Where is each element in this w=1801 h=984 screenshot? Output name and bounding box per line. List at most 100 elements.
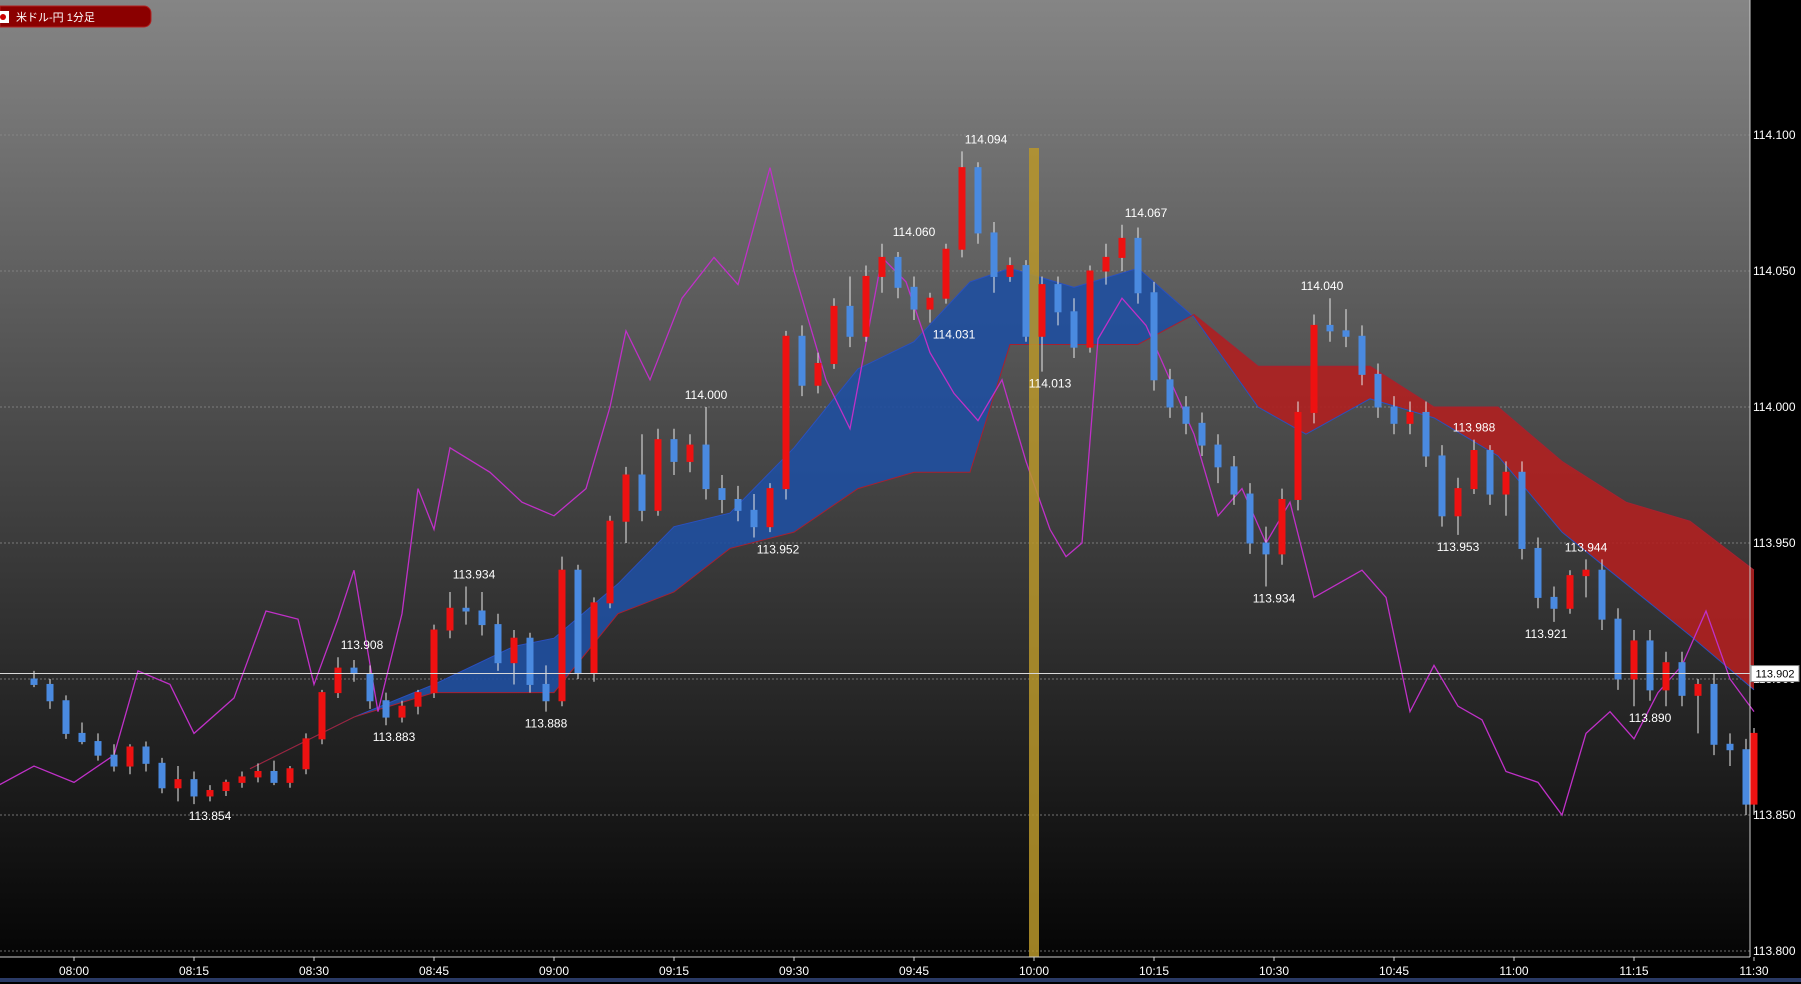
candle[interactable] [1086, 265, 1094, 353]
candle[interactable] [1534, 537, 1542, 609]
candle-body-up [1294, 411, 1302, 500]
candle-body-down [1134, 237, 1142, 294]
y-tick-label: 113.850 [1753, 808, 1796, 822]
candle-body-up [1102, 256, 1110, 272]
candle[interactable] [1710, 673, 1718, 756]
candle[interactable] [302, 733, 310, 775]
candle-body-up [302, 738, 310, 770]
candle-body-down [1550, 596, 1558, 609]
candle-body-down [158, 762, 166, 789]
candle[interactable] [862, 265, 870, 342]
candlestick-chart[interactable]: 113.854 113.908 113.883 113.934 113.888 114.0… [0, 0, 1801, 984]
price-annotation: 113.988 [1453, 421, 1496, 435]
candle[interactable] [766, 483, 774, 533]
candle[interactable] [782, 330, 790, 500]
candle[interactable] [1310, 314, 1318, 424]
candle-body-down [750, 509, 758, 528]
candle[interactable] [430, 624, 438, 699]
candle[interactable] [798, 325, 806, 397]
flag-sun-icon [0, 14, 6, 20]
candle-body-down [62, 700, 70, 734]
price-annotation: 113.953 [1437, 540, 1480, 554]
candle-body-down [1486, 450, 1494, 495]
candle[interactable] [654, 428, 662, 516]
candle-body-down [270, 770, 278, 783]
candle-body-down [142, 746, 150, 764]
price-annotation: 113.952 [757, 543, 800, 557]
candle-body-down [734, 498, 742, 511]
candle[interactable] [1566, 570, 1574, 614]
candle-body-down [542, 683, 550, 702]
candle-body-up [590, 602, 598, 675]
x-tick-label: 08:15 [179, 964, 209, 978]
candle-body-up [686, 444, 694, 462]
candle[interactable] [606, 515, 614, 609]
chart-title: 米ドル-円 1分足 [16, 11, 95, 24]
candle[interactable] [1150, 281, 1158, 391]
candle[interactable] [1294, 401, 1302, 511]
candle[interactable] [574, 564, 582, 679]
candle[interactable] [958, 151, 966, 258]
candle[interactable] [1134, 227, 1142, 304]
candle-body-down [718, 488, 726, 500]
candle[interactable] [158, 757, 166, 794]
candle[interactable] [1518, 461, 1526, 560]
candle[interactable] [1438, 445, 1446, 527]
candle-body-down [1246, 493, 1254, 544]
candle-body-up [830, 305, 838, 364]
candle-body-up [238, 776, 246, 783]
candle-body-down [1726, 743, 1734, 751]
candle[interactable] [1750, 727, 1758, 815]
candle-body-up [414, 692, 422, 707]
candle[interactable] [1278, 488, 1286, 565]
candle-body-down [1742, 749, 1750, 805]
candle[interactable] [318, 689, 326, 745]
candle-body-down [1166, 379, 1174, 408]
candle-body-down [1022, 265, 1030, 337]
candle-body-down [526, 637, 534, 685]
candle-body-down [1150, 292, 1158, 381]
candle-body-down [382, 700, 390, 718]
candle-body-up [958, 167, 966, 250]
candle[interactable] [526, 632, 534, 693]
candle-body-down [638, 474, 646, 511]
candle-body-down [1358, 335, 1366, 375]
candle-body-down [670, 439, 678, 462]
candle[interactable] [590, 597, 598, 682]
candle[interactable] [62, 695, 70, 739]
candle-body-up [126, 746, 134, 767]
candle-body-down [702, 444, 710, 490]
candle-body-up [398, 705, 406, 718]
candle[interactable] [1598, 559, 1606, 631]
candle-body-up [1582, 569, 1590, 577]
candle[interactable] [1646, 630, 1654, 701]
candle[interactable] [1246, 483, 1254, 554]
price-annotation: 114.060 [893, 225, 936, 239]
candle-body-down [1326, 324, 1334, 332]
candle[interactable] [1022, 260, 1030, 342]
candle-body-up [334, 667, 342, 694]
candle[interactable] [942, 243, 950, 304]
candle-body-down [366, 673, 374, 702]
price-annotation: 113.883 [373, 730, 416, 744]
candle-body-up [862, 275, 870, 337]
price-annotation: 113.888 [525, 717, 568, 731]
candle-body-up [446, 607, 454, 631]
candle[interactable] [974, 162, 982, 244]
candle-body-up [766, 488, 774, 528]
candle[interactable] [558, 556, 566, 707]
x-tick-label: 11:15 [1619, 964, 1648, 978]
price-annotation: 113.890 [1629, 711, 1672, 725]
x-tick-label: 10:00 [1019, 964, 1049, 978]
candle-body-down [110, 754, 118, 767]
x-tick-label: 09:00 [539, 964, 569, 978]
time-marker-bar[interactable] [1029, 148, 1039, 957]
candle[interactable] [1742, 738, 1750, 815]
candle-body-down [846, 305, 854, 337]
chart-stage: 113.854 113.908 113.883 113.934 113.888 114.0… [0, 0, 1801, 984]
candle[interactable] [1614, 608, 1622, 690]
candle-body-down [1230, 466, 1238, 495]
x-tick-label: 10:45 [1379, 964, 1409, 978]
title-badge[interactable]: 米ドル-円 1分足 [0, 5, 152, 28]
candle[interactable] [830, 298, 838, 369]
